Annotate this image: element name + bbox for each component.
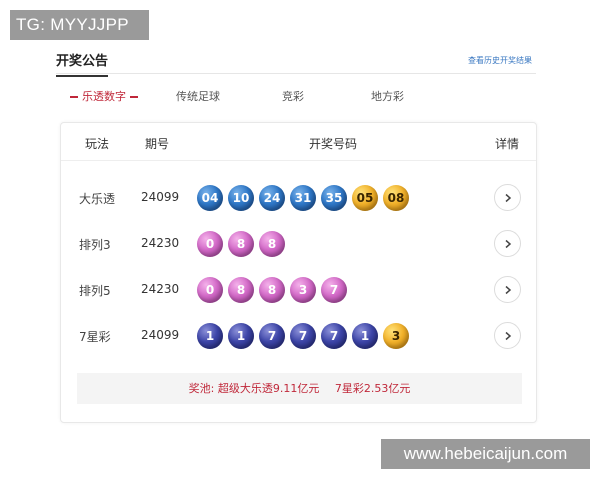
winning-numbers: 1177713: [197, 323, 409, 349]
number-ball: 8: [259, 277, 285, 303]
number-ball: 3: [383, 323, 409, 349]
number-ball: 1: [197, 323, 223, 349]
tab-lotto-digits[interactable]: 乐透数字: [66, 88, 142, 104]
chevron-right-icon: [505, 239, 511, 248]
tab-traditional-football[interactable]: 传统足球: [176, 88, 220, 104]
history-results-link[interactable]: 查看历史开奖结果: [468, 55, 532, 66]
lottery-tabs: 乐透数字 传统足球 竞彩 地方彩: [66, 88, 486, 108]
detail-button[interactable]: [494, 276, 521, 303]
table-row: 排列3 24230 088: [61, 224, 536, 264]
game-name: 排列5: [79, 284, 111, 298]
game-name: 7星彩: [79, 330, 111, 344]
number-ball: 35: [321, 185, 347, 211]
chevron-right-icon: [505, 193, 511, 202]
announcement-header: 开奖公告 查看历史开奖结果: [56, 46, 536, 77]
table-row: 排列5 24230 08837: [61, 270, 536, 310]
detail-button[interactable]: [494, 322, 521, 349]
header-detail: 详情: [495, 137, 520, 151]
table-header: 玩法 期号 开奖号码 详情: [61, 123, 536, 161]
header-numbers: 开奖号码: [309, 137, 358, 151]
header-issue: 期号: [145, 137, 170, 151]
issue-number: 24230: [141, 282, 180, 296]
number-ball: 8: [228, 277, 254, 303]
watermark-bottom: www.hebeicaijun.com: [381, 439, 590, 469]
issue-number: 24230: [141, 236, 180, 250]
watermark-top: TG: MYYJJPP: [10, 10, 149, 40]
issue-number: 24099: [141, 190, 180, 204]
winning-numbers: 04 10 24 31 35 05 08: [197, 185, 409, 211]
number-ball: 0: [197, 231, 223, 257]
page-title: 开奖公告: [56, 50, 109, 77]
number-ball: 08: [383, 185, 409, 211]
number-ball: 8: [228, 231, 254, 257]
tab-local-lottery[interactable]: 地方彩: [371, 88, 404, 104]
jackpot-pool: 奖池: 超级大乐透9.11亿元 7星彩2.53亿元: [77, 373, 522, 404]
number-ball: 7: [321, 277, 347, 303]
number-ball: 1: [352, 323, 378, 349]
chevron-right-icon: [505, 331, 511, 340]
pool-qxc: 7星彩2.53亿元: [334, 382, 411, 395]
header-game: 玩法: [85, 137, 110, 151]
game-name: 排列3: [79, 238, 111, 252]
number-ball: 0: [197, 277, 223, 303]
number-ball: 1: [228, 323, 254, 349]
number-ball: 7: [290, 323, 316, 349]
issue-number: 24099: [141, 328, 180, 342]
number-ball: 3: [290, 277, 316, 303]
number-ball: 7: [321, 323, 347, 349]
pool-dlt: 超级大乐透9.11亿元: [217, 382, 320, 395]
number-ball: 7: [259, 323, 285, 349]
chevron-right-icon: [505, 285, 511, 294]
table-row: 大乐透 24099 04 10 24 31 35 05 08: [61, 178, 536, 218]
detail-button[interactable]: [494, 230, 521, 257]
number-ball: 05: [352, 185, 378, 211]
winning-numbers: 08837: [197, 277, 347, 303]
number-ball: 8: [259, 231, 285, 257]
table-row: 7星彩 24099 1177713: [61, 316, 536, 356]
number-ball: 24: [259, 185, 285, 211]
number-ball: 31: [290, 185, 316, 211]
winning-numbers: 088: [197, 231, 285, 257]
detail-button[interactable]: [494, 184, 521, 211]
tab-competitive-lottery[interactable]: 竞彩: [282, 88, 304, 104]
results-card: 玩法 期号 开奖号码 详情 大乐透 24099 04 10 24 31 35 05 08 排…: [60, 122, 537, 423]
pool-prefix: 奖池:: [188, 382, 215, 395]
number-ball: 10: [228, 185, 254, 211]
game-name: 大乐透: [79, 192, 116, 206]
number-ball: 04: [197, 185, 223, 211]
